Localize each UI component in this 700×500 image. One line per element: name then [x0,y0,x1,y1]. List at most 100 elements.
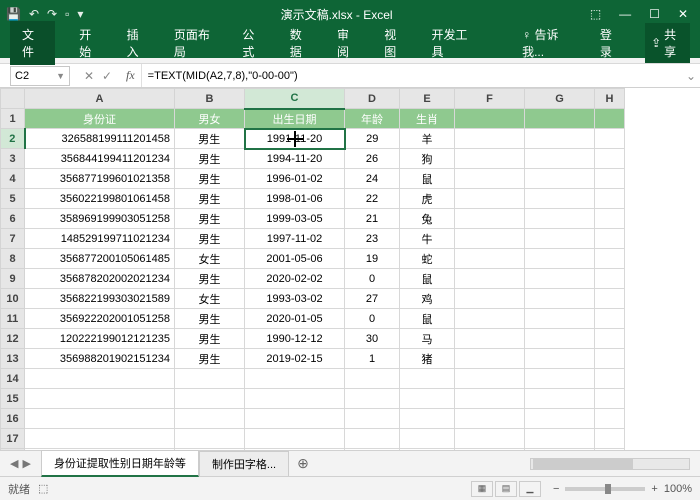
cell-A13[interactable]: 356988201902151234 [25,349,175,369]
cell-D10[interactable]: 27 [345,289,400,309]
tab-dev[interactable]: 开发工具 [430,22,477,64]
cell-A10[interactable]: 356822199303021589 [25,289,175,309]
cell-D7[interactable]: 23 [345,229,400,249]
tell-me[interactable]: ♀ 告诉我... [520,22,576,64]
cell-B5[interactable]: 男生 [175,189,245,209]
col-header-D[interactable]: D [345,89,400,109]
cell-B8[interactable]: 女生 [175,249,245,269]
cell-A7[interactable]: 148529199711021234 [25,229,175,249]
login-button[interactable]: 登录 [598,22,623,64]
cell-E10[interactable]: 鸡 [400,289,455,309]
header-cell[interactable]: 年龄 [345,109,400,129]
cell-C6[interactable]: 1999-03-05 [245,209,345,229]
spreadsheet-grid[interactable]: ABCDEFGH1身份证男女出生日期年龄生肖232658819911120145… [0,88,700,450]
horizontal-scrollbar[interactable] [530,458,690,470]
cell-B6[interactable]: 男生 [175,209,245,229]
row-header-3[interactable]: 3 [1,149,25,169]
new-icon[interactable]: ▫ [65,7,69,21]
cell-A2[interactable]: 326588199111201458 [25,129,175,149]
cell-D11[interactable]: 0 [345,309,400,329]
header-cell[interactable] [455,109,525,129]
col-header-A[interactable]: A [25,89,175,109]
cell-C7[interactable]: 1997-11-02 [245,229,345,249]
row-header-16[interactable]: 16 [1,409,25,429]
row-header-4[interactable]: 4 [1,169,25,189]
row-header-5[interactable]: 5 [1,189,25,209]
row-header-10[interactable]: 10 [1,289,25,309]
maximize-icon[interactable]: ☐ [649,7,660,21]
cell-D3[interactable]: 26 [345,149,400,169]
qat-dropdown-icon[interactable]: ▾ [77,7,83,21]
cell-C8[interactable]: 2001-05-06 [245,249,345,269]
cell-D9[interactable]: 0 [345,269,400,289]
cell-A5[interactable]: 356022199801061458 [25,189,175,209]
cell-E2[interactable]: 羊 [400,129,455,149]
cell-A8[interactable]: 356877200105061485 [25,249,175,269]
zoom-percent[interactable]: 100% [664,483,692,495]
cell-C2[interactable]: 1991-11-20 [245,129,345,149]
cell-B3[interactable]: 男生 [175,149,245,169]
cell-E7[interactable]: 牛 [400,229,455,249]
sheet-nav-next[interactable]: ▶ [22,457,30,470]
row-header-11[interactable]: 11 [1,309,25,329]
expand-formula-icon[interactable]: ⌄ [682,69,700,83]
undo-icon[interactable]: ↶ [29,7,39,21]
cell-D5[interactable]: 22 [345,189,400,209]
share-button[interactable]: ⇪共享 [645,23,690,63]
tab-insert[interactable]: 插入 [125,22,150,64]
cell-B10[interactable]: 女生 [175,289,245,309]
header-cell[interactable]: 男女 [175,109,245,129]
name-box[interactable]: C2▼ [10,66,70,86]
header-cell[interactable]: 身份证 [25,109,175,129]
cell-A12[interactable]: 120222199012121235 [25,329,175,349]
header-cell[interactable] [595,109,625,129]
cell-B12[interactable]: 男生 [175,329,245,349]
col-header-G[interactable]: G [525,89,595,109]
cell-E9[interactable]: 鼠 [400,269,455,289]
cell-E3[interactable]: 狗 [400,149,455,169]
add-sheet-button[interactable]: ⊕ [289,455,317,472]
cell-D4[interactable]: 24 [345,169,400,189]
tab-review[interactable]: 审阅 [335,22,360,64]
cell-B11[interactable]: 男生 [175,309,245,329]
confirm-formula-icon[interactable]: ✓ [100,69,114,83]
cell-D8[interactable]: 19 [345,249,400,269]
sheet-nav-prev[interactable]: ◀ [10,457,18,470]
view-pagebreak-icon[interactable]: ▁ [519,481,541,497]
row-header-15[interactable]: 15 [1,389,25,409]
sheet-tab-active[interactable]: 身份证提取性别日期年龄等 [41,450,199,477]
tab-view[interactable]: 视图 [382,22,407,64]
cell-A6[interactable]: 358969199903051258 [25,209,175,229]
cell-E13[interactable]: 猪 [400,349,455,369]
row-header-2[interactable]: 2 [1,129,25,149]
cell-C10[interactable]: 1993-03-02 [245,289,345,309]
ribbon-display-icon[interactable]: ⬚ [590,7,601,21]
row-header-18[interactable]: 18 [1,449,25,451]
redo-icon[interactable]: ↷ [47,7,57,21]
row-header-13[interactable]: 13 [1,349,25,369]
row-header-8[interactable]: 8 [1,249,25,269]
close-icon[interactable]: ✕ [678,7,688,21]
cell-B9[interactable]: 男生 [175,269,245,289]
sheet-tab-other[interactable]: 制作田字格... [199,451,289,476]
tab-data[interactable]: 数据 [288,22,313,64]
tab-file[interactable]: 文件 [10,21,55,65]
cancel-formula-icon[interactable]: ✕ [82,69,96,83]
cell-C9[interactable]: 2020-02-02 [245,269,345,289]
cell-A11[interactable]: 356922202001051258 [25,309,175,329]
formula-input[interactable]: =TEXT(MID(A2,7,8),"0-00-00") [141,64,682,87]
row-header-9[interactable]: 9 [1,269,25,289]
cell-C5[interactable]: 1998-01-06 [245,189,345,209]
tab-layout[interactable]: 页面布局 [172,22,219,64]
col-header-F[interactable]: F [455,89,525,109]
cell-E11[interactable]: 鼠 [400,309,455,329]
fx-icon[interactable]: fx [120,68,141,83]
cell-D2[interactable]: 29 [345,129,400,149]
cell-D6[interactable]: 21 [345,209,400,229]
cell-B4[interactable]: 男生 [175,169,245,189]
cell-E5[interactable]: 虎 [400,189,455,209]
cell-D13[interactable]: 1 [345,349,400,369]
header-cell[interactable] [525,109,595,129]
tab-home[interactable]: 开始 [77,22,102,64]
cell-C4[interactable]: 1996-01-02 [245,169,345,189]
